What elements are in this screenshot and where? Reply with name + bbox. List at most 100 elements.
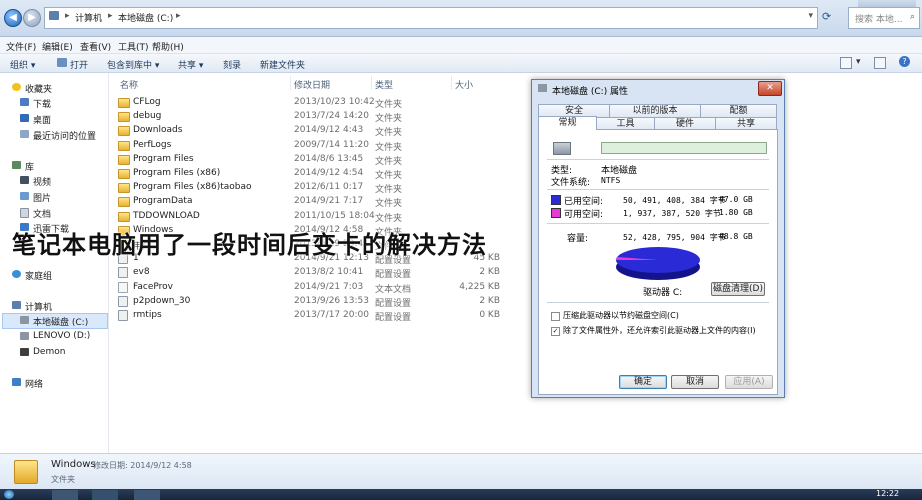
drive-icon (553, 142, 571, 155)
taskbar-app[interactable] (92, 490, 118, 500)
picture-icon (20, 192, 29, 200)
index-label: 除了文件属性外，还允许索引此驱动器上文件的内容(I) (563, 326, 756, 335)
preview-pane-icon[interactable] (874, 57, 886, 69)
column-header-size[interactable]: 大小 (455, 78, 473, 91)
burn-button[interactable]: 刻录 (223, 58, 241, 71)
tab-quota[interactable]: 配额 (700, 104, 777, 117)
new-folder-button[interactable]: 新建文件夹 (260, 58, 305, 71)
table-row[interactable]: Program Files 2014/8/6 13:45 文件夹 (118, 153, 528, 167)
table-row[interactable]: ProgramData 2014/9/21 7:17 文件夹 (118, 195, 528, 209)
file-type: 文件夹 (375, 142, 403, 153)
menu-tools[interactable]: 工具(T) (118, 40, 149, 53)
column-separator[interactable] (451, 76, 452, 90)
clock[interactable]: 12:22 (876, 489, 899, 498)
table-row[interactable]: FaceProv 2014/9/21 7:03 文本文档 4,225 KB (118, 281, 528, 295)
address-input[interactable]: ▸ 计算机 ▸ 本地磁盘 (C:) ▸ ▾ (44, 7, 818, 29)
details-name: Windows (51, 459, 96, 470)
column-separator[interactable] (371, 76, 372, 90)
chevron-down-icon[interactable]: ▾ (808, 11, 813, 21)
library-icon (12, 161, 21, 169)
column-header-name[interactable]: 名称 (120, 78, 138, 91)
file-size: 0 KB (479, 310, 500, 320)
column-header-date[interactable]: 修改日期 (294, 78, 330, 91)
file-type: 文本文档 (375, 284, 412, 295)
taskbar-app[interactable] (134, 490, 160, 500)
address-bar: ◀ ▶ ▸ 计算机 ▸ 本地磁盘 (C:) ▸ ▾ ⟳ 搜索 本地... ⌕ (0, 0, 922, 37)
tab-previous-versions[interactable]: 以前的版本 (609, 104, 701, 117)
divider (547, 223, 769, 224)
drive-icon (20, 348, 29, 356)
table-row[interactable]: Program Files (x86)taobao 2012/6/11 0:17 文… (118, 181, 528, 195)
file-name: rmtips (133, 310, 162, 320)
column-separator[interactable] (290, 76, 291, 90)
include-in-library-button[interactable]: 包含到库中 ▾ (107, 58, 159, 71)
file-name: debug (133, 111, 162, 122)
table-row[interactable]: p2pdown_30 2013/9/26 13:53 配置设置 2 KB (118, 295, 528, 309)
menu-file[interactable]: 文件(F) (6, 40, 36, 53)
chevron-down-icon[interactable]: ▾ (856, 57, 861, 67)
drive-name-input[interactable] (601, 142, 767, 154)
compress-checkbox[interactable] (551, 312, 560, 321)
folder-icon (118, 154, 130, 165)
menu-edit[interactable]: 编辑(E) (42, 40, 73, 53)
file-type: 配置设置 (375, 298, 412, 309)
disk-cleanup-button[interactable]: 磁盘清理(D) (711, 282, 765, 296)
help-icon[interactable]: ? (899, 56, 910, 67)
table-row[interactable]: rmtips 2013/7/17 20:00 配置设置 0 KB (118, 309, 528, 323)
dialog-title: 本地磁盘 (C:) 属性 (552, 87, 629, 97)
table-row[interactable]: Program Files (x86) 2014/9/12 4:54 文件夹 (118, 167, 528, 181)
share-button[interactable]: 共享 ▾ (178, 58, 203, 71)
drive-icon (538, 84, 547, 92)
table-row[interactable]: debug 2013/7/24 14:20 文件夹 (118, 110, 528, 124)
divider (547, 189, 769, 190)
text-file-icon (118, 281, 128, 293)
window-controls[interactable] (858, 0, 916, 7)
table-row[interactable]: PerfLogs 2009/7/14 11:20 文件夹 (118, 139, 528, 153)
disk-usage-pie (616, 247, 700, 280)
taskbar: 12:22 (0, 489, 922, 500)
crumb-local-disk[interactable]: 本地磁盘 (C:) (118, 11, 173, 24)
table-row[interactable]: TDDOWNLOAD 2011/10/15 18:04 文件夹 (118, 210, 528, 224)
cancel-button[interactable]: 取消 (671, 375, 719, 389)
file-type: 文件夹 (375, 156, 403, 167)
menu-view[interactable]: 查看(V) (80, 40, 111, 53)
start-button[interactable] (4, 490, 14, 499)
crumb-computer[interactable]: 计算机 (75, 11, 102, 24)
forward-button[interactable]: ▶ (23, 9, 41, 27)
file-date: 2013/7/24 14:20 (294, 111, 369, 122)
open-button[interactable]: 打开 (70, 58, 88, 71)
table-row[interactable]: Downloads 2014/9/12 4:43 文件夹 (118, 124, 528, 138)
config-file-icon (118, 267, 128, 279)
close-button[interactable]: ✕ (758, 81, 782, 96)
desktop-icon (20, 114, 29, 122)
column-header-type[interactable]: 类型 (375, 78, 393, 91)
divider (547, 302, 769, 303)
view-options-icon[interactable] (840, 57, 852, 69)
search-placeholder: 搜索 本地... (855, 15, 903, 25)
apply-button[interactable]: 应用(A) (725, 375, 773, 389)
refresh-icon[interactable]: ⟳ (822, 10, 831, 23)
general-tab-panel: 类型: 本地磁盘 文件系统: NTFS 已用空间: 50, 491, 408, … (538, 129, 778, 395)
taskbar-app-explorer[interactable] (52, 490, 78, 500)
computer-icon (12, 301, 21, 309)
search-input[interactable]: 搜索 本地... ⌕ (848, 7, 920, 29)
details-type: 文件夹 (51, 475, 75, 484)
folder-icon (118, 98, 130, 108)
file-date: 2014/9/12 4:43 (294, 125, 364, 136)
file-name: CFLog (133, 97, 161, 107)
table-row[interactable]: CFLog 2013/10/23 10:42 文件夹 (118, 96, 528, 110)
file-size: 2 KB (479, 267, 500, 278)
file-size: 4,225 KB (459, 281, 500, 292)
table-row[interactable]: ev8 2013/8/2 10:41 配置设置 2 KB (118, 266, 528, 280)
file-date: 2009/7/14 11:20 (294, 139, 369, 150)
index-checkbox[interactable]: ✓ (551, 327, 560, 336)
ok-button[interactable]: 确定 (619, 375, 667, 389)
network-icon (12, 378, 21, 386)
organize-button[interactable]: 组织 ▾ (10, 58, 35, 71)
filesystem-label: 文件系统: (551, 178, 591, 188)
back-button[interactable]: ◀ (4, 9, 22, 27)
file-date: 2013/9/26 13:53 (294, 295, 369, 306)
tab-general[interactable]: 常规 (538, 116, 597, 130)
file-date: 2013/10/23 10:42 (294, 97, 375, 107)
menu-help[interactable]: 帮助(H) (152, 40, 184, 53)
